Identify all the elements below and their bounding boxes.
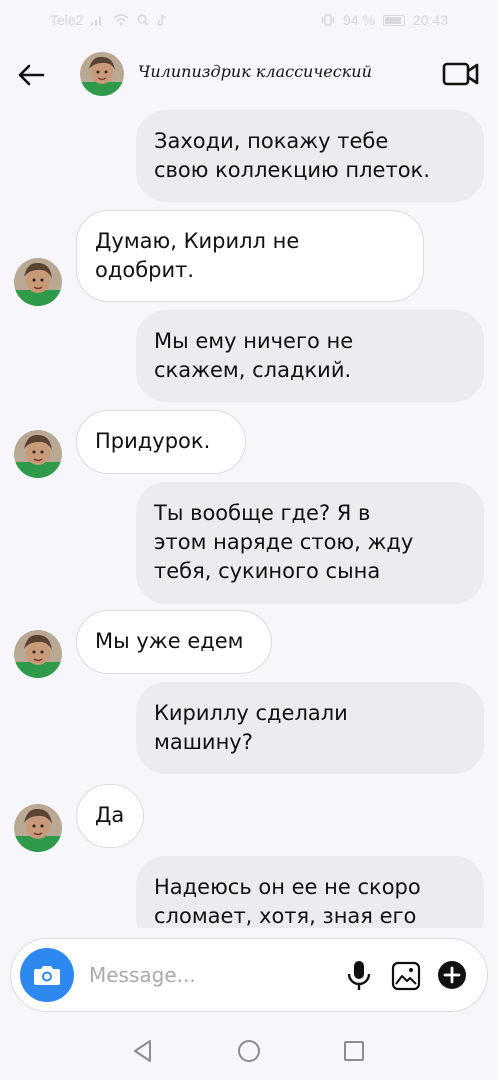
- signal-icon: [91, 17, 102, 25]
- status-bar: Tele2 94 % 20:43: [0, 0, 498, 40]
- message-incoming[interactable]: Придурок.: [76, 410, 246, 474]
- message-input[interactable]: [89, 959, 329, 991]
- wifi-icon: [113, 14, 129, 26]
- sender-avatar[interactable]: [14, 430, 62, 478]
- message-outgoing[interactable]: Кириллу сделали машину?: [136, 682, 484, 774]
- back-arrow-icon: [18, 64, 45, 86]
- nav-back-icon[interactable]: [130, 1038, 156, 1064]
- video-call-button[interactable]: [440, 58, 482, 90]
- message-composer: [10, 938, 488, 1012]
- search-status-icon: [137, 14, 149, 26]
- plus-icon: [438, 961, 466, 989]
- nav-home-icon[interactable]: [236, 1038, 262, 1064]
- microphone-icon: [347, 961, 371, 990]
- message-incoming[interactable]: Да: [76, 784, 144, 848]
- status-right: 94 % 20:43: [321, 12, 448, 28]
- gallery-button[interactable]: [391, 961, 421, 991]
- battery-icon: [382, 14, 405, 26]
- nav-recent-apps-icon[interactable]: [342, 1039, 366, 1063]
- tiktok-status-icon: [157, 14, 167, 26]
- add-button[interactable]: [437, 960, 467, 990]
- chat-title[interactable]: Чилипиздрик классический: [138, 62, 372, 81]
- message-incoming[interactable]: Мы уже едем: [76, 610, 272, 674]
- camera-icon: [34, 966, 60, 985]
- chat-header: Чилипиздрик классический: [0, 40, 498, 108]
- sender-avatar[interactable]: [14, 630, 62, 678]
- contact-avatar[interactable]: [80, 52, 124, 96]
- back-button[interactable]: [14, 58, 48, 92]
- message-incoming[interactable]: Думаю, Кирилл не одобрит.: [76, 210, 424, 302]
- video-camera-icon: [442, 62, 479, 86]
- sender-avatar[interactable]: [14, 804, 62, 852]
- message-outgoing[interactable]: Ты вообще где? Я в этом наряде стою, жду…: [136, 482, 484, 604]
- camera-button[interactable]: [20, 948, 74, 1002]
- sender-avatar[interactable]: [14, 258, 62, 306]
- microphone-button[interactable]: [345, 959, 373, 993]
- message-outgoing[interactable]: Заходи, покажу тебе свою коллекцию плето…: [136, 110, 484, 202]
- gallery-icon: [391, 961, 421, 991]
- carrier-label: Tele2: [50, 12, 84, 28]
- status-time: 20:43: [412, 12, 448, 28]
- message-list[interactable]: Заходи, покажу тебе свою коллекцию плето…: [0, 108, 498, 928]
- battery-percent: 94 %: [343, 12, 375, 28]
- message-outgoing[interactable]: Надеюсь он ее не скоро сломает, хотя, зн…: [136, 856, 484, 928]
- message-outgoing[interactable]: Мы ему ничего не скажем, сладкий.: [136, 310, 484, 402]
- system-nav-bar: [0, 1020, 498, 1080]
- status-left: Tele2: [50, 12, 167, 28]
- vibrate-icon: [321, 14, 335, 26]
